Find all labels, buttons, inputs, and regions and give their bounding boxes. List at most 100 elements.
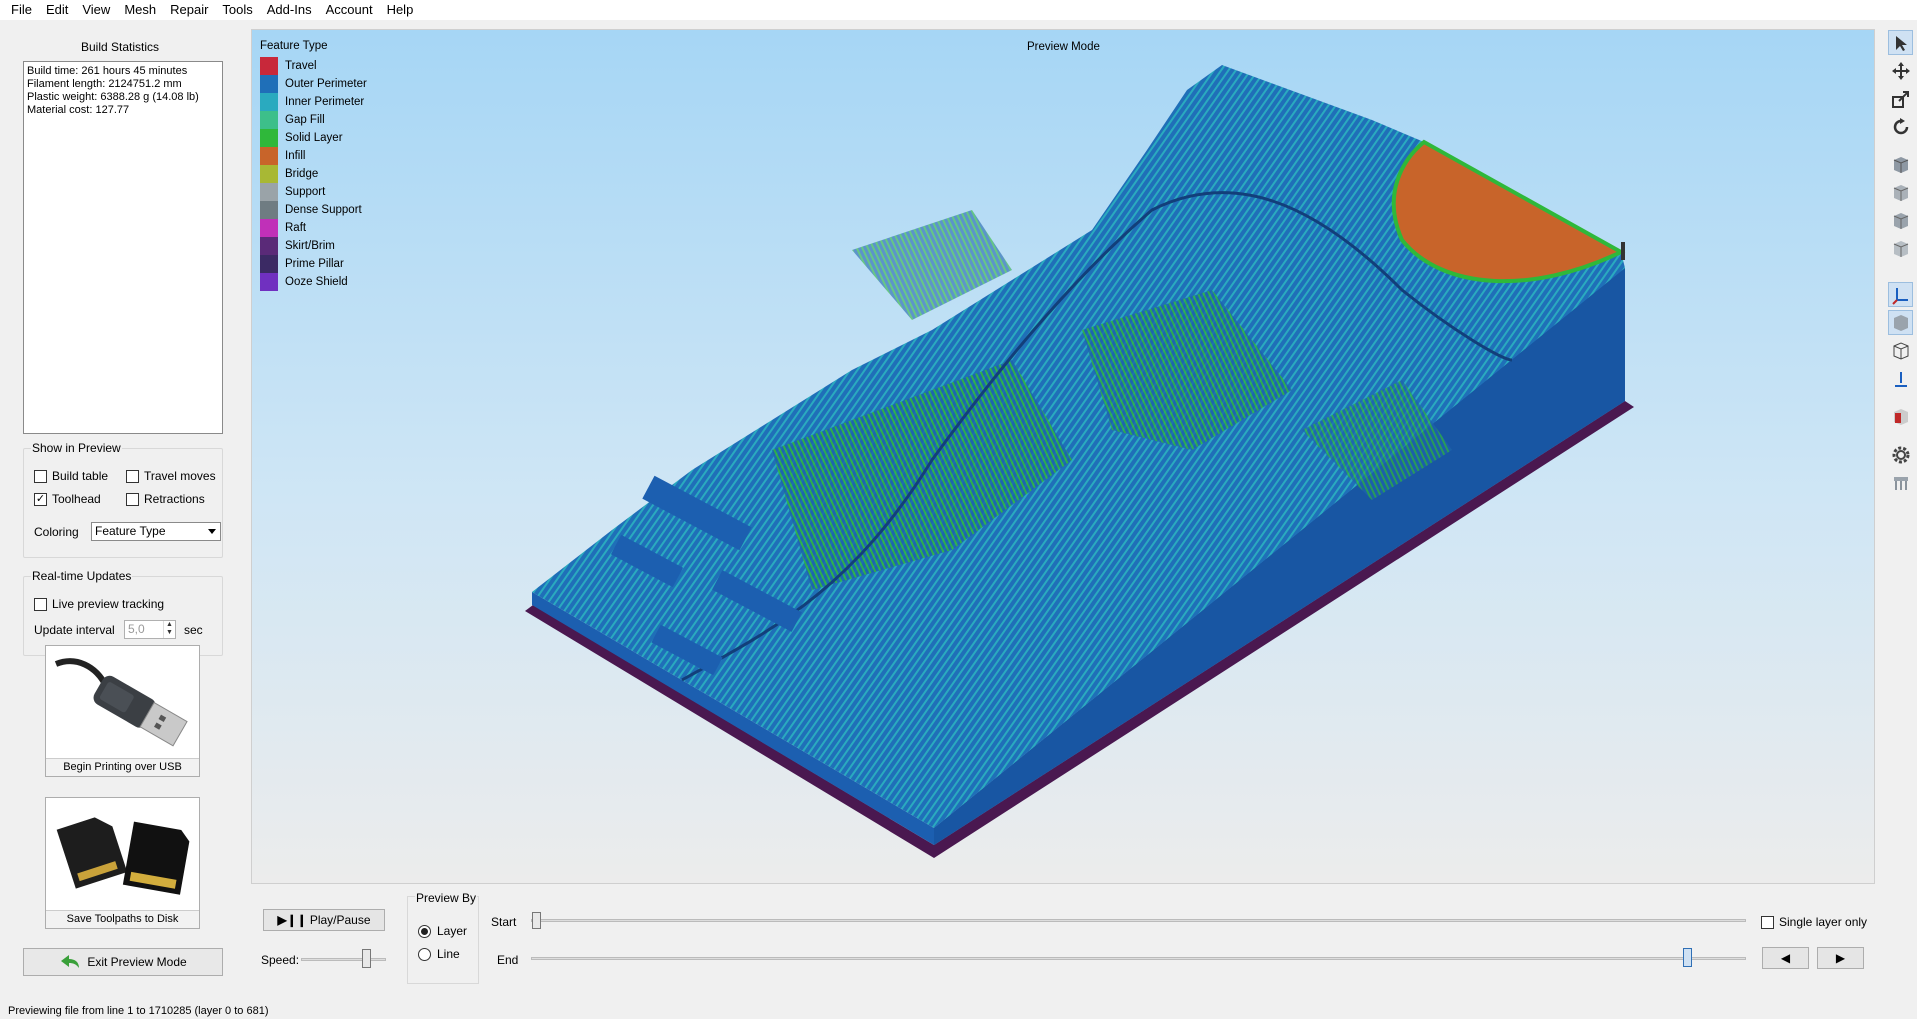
end-slider[interactable] — [531, 957, 1746, 960]
play-pause-button[interactable]: ▶❙❙ Play/Pause — [263, 909, 385, 931]
section-view-icon[interactable] — [1888, 404, 1913, 429]
stat-plastic-weight: Plastic weight: 6388.28 g (14.08 lb) — [27, 91, 199, 103]
cross-section-icon[interactable] — [1888, 366, 1913, 391]
single-layer-checkbox[interactable]: Single layer only — [1761, 915, 1867, 929]
legend-item: Infill — [260, 147, 367, 165]
scale-tool-icon[interactable] — [1888, 86, 1913, 111]
triangle-left-icon: ◀ — [1780, 951, 1791, 965]
view-top-icon[interactable] — [1888, 236, 1913, 261]
legend-label: Bridge — [285, 168, 319, 180]
realtime-updates-group: Real-time Updates Live preview tracking … — [23, 569, 223, 656]
menu-help[interactable]: Help — [380, 0, 421, 20]
disk-button-label: Save Toolpaths to Disk — [46, 910, 199, 928]
menu-file[interactable]: File — [4, 0, 39, 20]
line-radio-label: Line — [437, 947, 460, 961]
axes-icon[interactable] — [1888, 282, 1913, 307]
preview-by-group: Preview By Layer Line — [407, 891, 479, 984]
live-tracking-label: Live preview tracking — [52, 597, 165, 611]
legend-label: Travel — [285, 60, 317, 72]
view-iso-icon[interactable] — [1888, 152, 1913, 177]
legend-item: Inner Perimeter — [260, 93, 367, 111]
supports-icon[interactable] — [1888, 470, 1913, 495]
view-side-icon[interactable] — [1888, 208, 1913, 233]
speed-slider[interactable] — [301, 958, 386, 961]
legend-item: Ooze Shield — [260, 273, 367, 291]
select-tool-icon[interactable] — [1888, 30, 1913, 55]
retractions-checkbox[interactable]: Retractions — [126, 492, 205, 506]
menu-repair[interactable]: Repair — [163, 0, 215, 20]
legend-label: Dense Support — [285, 204, 362, 216]
toolhead-label: Toolhead — [52, 492, 101, 506]
play-pause-label: Play/Pause — [309, 913, 371, 927]
save-toolpaths-disk-button[interactable]: Save Toolpaths to Disk — [45, 797, 200, 929]
previous-layer-button[interactable]: ◀ — [1762, 947, 1809, 969]
travel-moves-label: Travel moves — [144, 469, 216, 483]
show-in-preview-title: Show in Preview — [31, 441, 122, 455]
legend-label: Raft — [285, 222, 307, 234]
exit-button-label: Exit Preview Mode — [87, 955, 187, 969]
travel-moves-checkbox[interactable]: Travel moves — [126, 469, 216, 483]
update-interval-value: 5,0 — [128, 622, 145, 636]
legend-item: Gap Fill — [260, 111, 367, 129]
toolpath-model-render[interactable] — [252, 30, 1875, 884]
legend-swatch — [260, 93, 278, 111]
legend-title: Feature Type — [260, 40, 328, 52]
end-label: End — [497, 953, 519, 967]
legend-swatch — [260, 237, 278, 255]
coloring-value: Feature Type — [95, 524, 166, 538]
preview-by-title: Preview By — [415, 891, 478, 905]
preview-viewport[interactable]: Feature Type Travel Outer Perimeter Inner … — [251, 29, 1875, 884]
status-bar: Previewing file from line 1 to 1710285 (… — [8, 1005, 269, 1017]
menu-mesh[interactable]: Mesh — [117, 0, 163, 20]
stat-material-cost: Material cost: 127.77 — [27, 104, 130, 116]
legend-swatch — [260, 75, 278, 93]
radio-selected-icon — [421, 927, 428, 935]
single-layer-label: Single layer only — [1779, 915, 1868, 929]
rotate-tool-icon[interactable] — [1888, 114, 1913, 139]
view-front-icon[interactable] — [1888, 180, 1913, 205]
wireframe-view-icon[interactable] — [1888, 338, 1913, 363]
spin-arrows-icon[interactable]: ▲ ▼ — [163, 621, 175, 638]
update-interval-unit: sec — [184, 623, 203, 637]
legend-swatch — [260, 57, 278, 75]
legend-item: Outer Perimeter — [260, 75, 367, 93]
menu-view[interactable]: View — [75, 0, 117, 20]
live-tracking-checkbox[interactable]: Live preview tracking — [34, 597, 164, 611]
triangle-right-icon: ▶ — [1835, 951, 1846, 965]
gear-icon[interactable] — [1888, 442, 1913, 467]
menu-add-ins[interactable]: Add-Ins — [260, 0, 319, 20]
begin-printing-usb-button[interactable]: Begin Printing over USB — [45, 645, 200, 777]
menu-tools[interactable]: Tools — [215, 0, 259, 20]
legend-label: Ooze Shield — [285, 276, 348, 288]
legend-item: Skirt/Brim — [260, 237, 367, 255]
legend-swatch — [260, 165, 278, 183]
legend-item: Raft — [260, 219, 367, 237]
start-slider[interactable] — [531, 919, 1746, 922]
layer-radio-label: Layer — [437, 924, 468, 938]
coloring-select[interactable]: Feature Type — [91, 522, 221, 541]
menu-account[interactable]: Account — [319, 0, 380, 20]
legend-label: Outer Perimeter — [285, 78, 367, 90]
next-layer-button[interactable]: ▶ — [1817, 947, 1864, 969]
speed-slider-handle[interactable] — [362, 949, 371, 968]
solid-view-icon[interactable] — [1888, 310, 1913, 335]
end-slider-handle[interactable] — [1683, 948, 1692, 967]
usb-button-label: Begin Printing over USB — [46, 758, 199, 776]
legend-item: Travel — [260, 57, 367, 75]
build-statistics-title: Build Statistics — [80, 40, 160, 54]
menu-edit[interactable]: Edit — [39, 0, 75, 20]
start-slider-handle[interactable] — [532, 912, 541, 929]
retractions-label: Retractions — [144, 492, 205, 506]
move-tool-icon[interactable] — [1888, 58, 1913, 83]
toolhead-checkbox[interactable]: ✓ Toolhead — [34, 492, 101, 506]
line-radio[interactable]: Line — [418, 947, 460, 961]
exit-preview-mode-button[interactable]: Exit Preview Mode — [23, 948, 223, 976]
legend-swatch — [260, 219, 278, 237]
layer-radio[interactable]: Layer — [418, 924, 467, 938]
coloring-label: Coloring — [34, 525, 79, 539]
stat-filament-length: Filament length: 2124751.2 mm — [27, 78, 182, 90]
legend-swatch — [260, 147, 278, 165]
legend-label: Gap Fill — [285, 114, 325, 126]
build-table-checkbox[interactable]: Build table — [34, 469, 108, 483]
update-interval-spinbox[interactable]: 5,0 ▲ ▼ — [124, 620, 176, 639]
